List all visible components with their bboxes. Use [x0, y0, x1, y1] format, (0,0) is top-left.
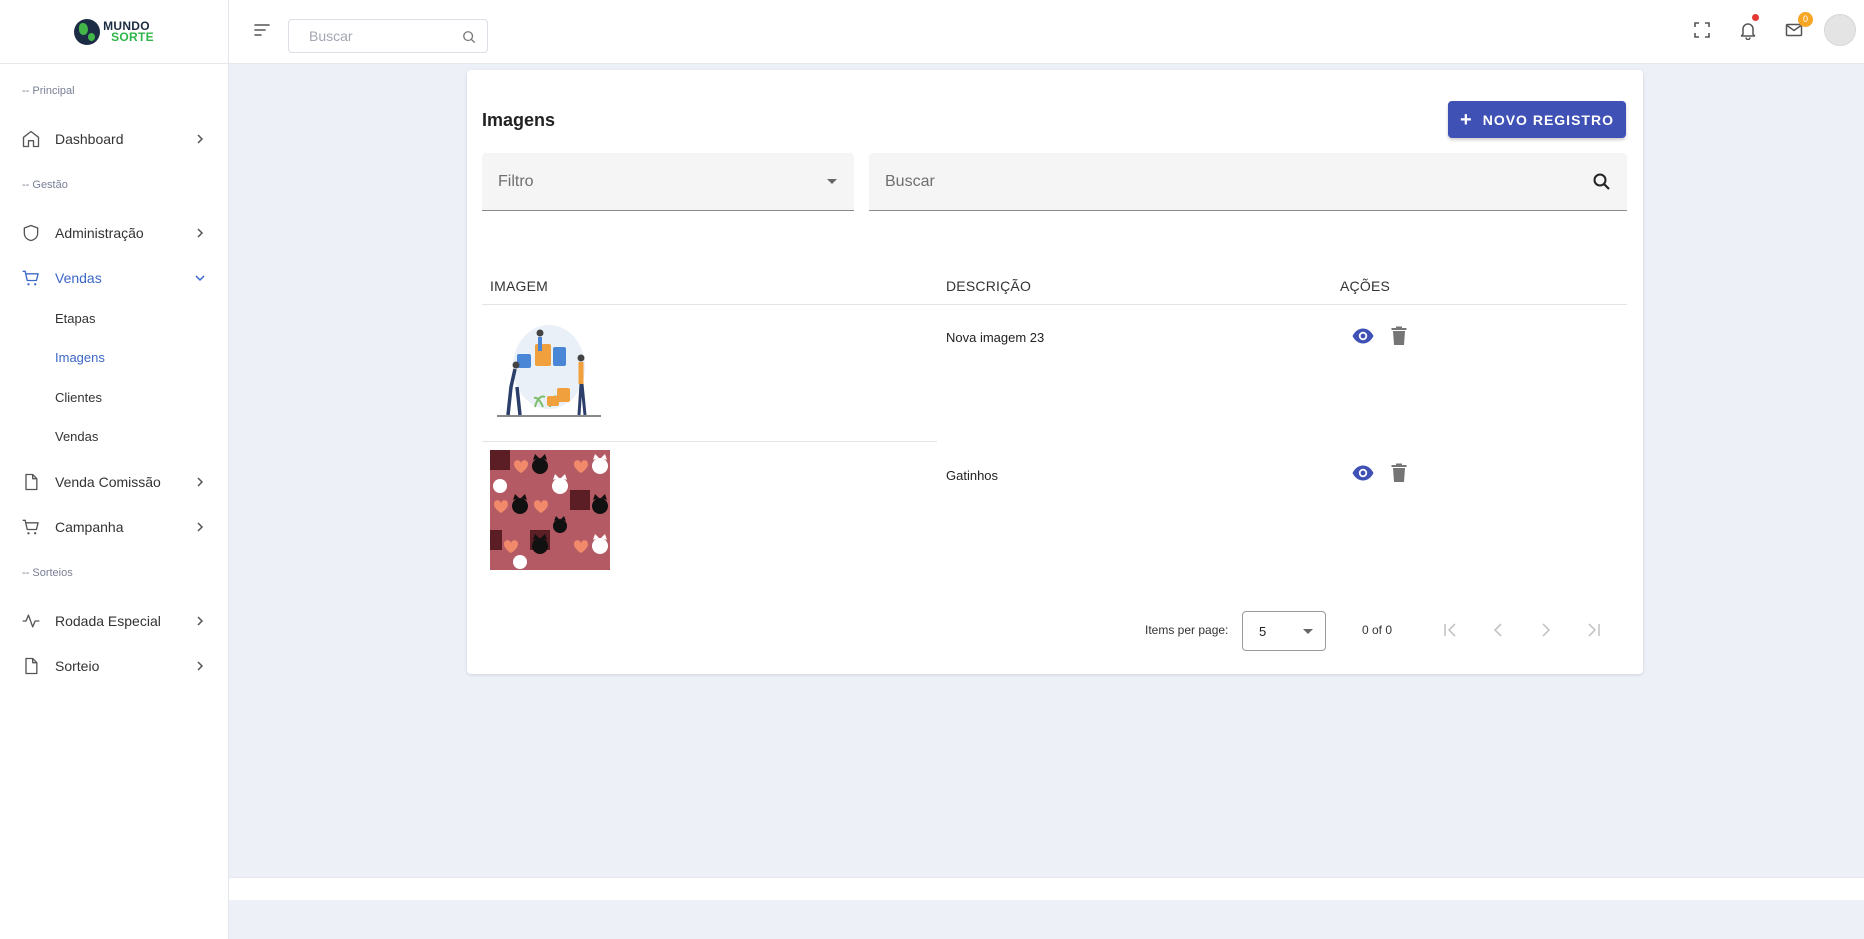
- chevron-right-icon: [197, 477, 204, 487]
- home-icon: [22, 130, 40, 148]
- first-page-icon[interactable]: [1438, 618, 1462, 642]
- view-eye-icon[interactable]: [1351, 461, 1375, 485]
- sidebar-item-sorteio[interactable]: Sorteio: [0, 649, 228, 683]
- chevron-right-icon: [197, 228, 204, 238]
- search-field[interactable]: Buscar: [869, 153, 1627, 211]
- page-title: Imagens: [482, 110, 556, 130]
- top-search[interactable]: [288, 19, 488, 53]
- sidebar-item-rodada-especial[interactable]: Rodada Especial: [0, 604, 228, 638]
- column-header-imagem: IMAGEM: [490, 278, 548, 294]
- delete-trash-icon[interactable]: [1387, 324, 1411, 348]
- logo[interactable]: MUNDO SORTE: [0, 0, 228, 64]
- cart-icon: [22, 270, 39, 286]
- chevron-right-icon: [197, 616, 204, 626]
- activity-icon: [22, 614, 40, 628]
- mail-count-badge: 0: [1798, 12, 1813, 27]
- file-icon: [25, 473, 38, 491]
- cats-pattern-image[interactable]: [490, 450, 610, 570]
- column-header-descricao: DESCRIÇÃO: [946, 278, 1032, 294]
- shield-icon: [23, 224, 39, 242]
- sidebar-item-dashboard[interactable]: Dashboard: [0, 122, 228, 156]
- puzzle-illustration-image[interactable]: [495, 322, 603, 418]
- sidebar-item-campanha[interactable]: Campanha: [0, 510, 228, 544]
- sidebar-item-administracao[interactable]: Administração: [0, 216, 228, 250]
- sidebar-item-label: Vendas: [55, 270, 102, 286]
- sidebar-item-label: Administração: [55, 225, 144, 241]
- page-size-value: 5: [1259, 624, 1267, 639]
- fullscreen-icon[interactable]: [1692, 20, 1712, 40]
- page-size-select[interactable]: 5: [1242, 611, 1326, 651]
- delete-trash-icon[interactable]: [1387, 461, 1411, 485]
- chevron-down-icon: [195, 275, 205, 282]
- sidebar-subitem-etapas[interactable]: Etapas: [55, 311, 95, 326]
- sidebar-item-label: Dashboard: [55, 131, 124, 147]
- new-record-button[interactable]: + NOVO REGISTRO: [1448, 101, 1626, 138]
- sidebar-item-label: Rodada Especial: [55, 613, 161, 629]
- next-page-icon[interactable]: [1534, 618, 1558, 642]
- sidebar: MUNDO SORTE -- Principal Dashboard -- Ge…: [0, 0, 229, 939]
- view-eye-icon[interactable]: [1351, 324, 1375, 348]
- chevron-right-icon: [197, 661, 204, 671]
- section-sorteios: -- Sorteios: [22, 567, 73, 579]
- last-page-icon[interactable]: [1582, 618, 1606, 642]
- sidebar-subitem-vendas[interactable]: Vendas: [55, 429, 98, 444]
- filter-select[interactable]: Filtro: [482, 153, 854, 211]
- sidebar-item-venda-comissao[interactable]: Venda Comissão: [0, 465, 228, 499]
- filter-label: Filtro: [498, 173, 534, 190]
- avatar[interactable]: [1824, 14, 1856, 46]
- plus-icon: +: [1460, 108, 1473, 131]
- section-principal: -- Principal: [22, 85, 75, 97]
- sidebar-item-label: Sorteio: [55, 658, 100, 674]
- sidebar-subitem-imagens[interactable]: Imagens: [55, 350, 105, 365]
- top-search-input[interactable]: [309, 28, 459, 44]
- sidebar-item-label: Campanha: [55, 519, 124, 535]
- row-divider: [482, 441, 937, 442]
- menu-toggle-icon[interactable]: [253, 22, 271, 38]
- caret-down-icon: [827, 179, 837, 184]
- new-record-label: NOVO REGISTRO: [1482, 111, 1614, 128]
- chevron-right-icon: [197, 522, 204, 532]
- globe-icon: [74, 18, 101, 45]
- page-range: 0 of 0: [1362, 623, 1393, 637]
- items-per-page-label: Items per page:: [1145, 623, 1229, 637]
- column-header-acoes: AÇÕES: [1340, 278, 1391, 294]
- logo-text-line2: SORTE: [111, 29, 154, 44]
- sidebar-subitem-clientes[interactable]: Clientes: [55, 390, 102, 405]
- caret-down-icon: [1303, 629, 1313, 634]
- search-icon[interactable]: [462, 30, 476, 44]
- section-gestao: -- Gestão: [22, 179, 68, 191]
- bell-icon[interactable]: [1738, 20, 1758, 40]
- row-description: Nova imagem 23: [946, 330, 1045, 345]
- sidebar-item-vendas[interactable]: Vendas: [0, 261, 228, 295]
- search-label: Buscar: [885, 173, 935, 190]
- file-icon: [25, 657, 38, 675]
- row-description: Gatinhos: [946, 468, 999, 483]
- header-divider: [482, 304, 1627, 305]
- search-icon[interactable]: [1592, 172, 1612, 192]
- cart-icon: [22, 519, 39, 535]
- notification-dot: [1752, 14, 1759, 21]
- previous-page-icon[interactable]: [1486, 618, 1510, 642]
- sidebar-item-label: Venda Comissão: [55, 474, 161, 490]
- images-card: Imagens + NOVO REGISTRO Filtro Buscar IM…: [467, 70, 1643, 674]
- footer: [229, 877, 1864, 900]
- topbar: 0: [229, 0, 1864, 64]
- chevron-right-icon: [197, 134, 204, 144]
